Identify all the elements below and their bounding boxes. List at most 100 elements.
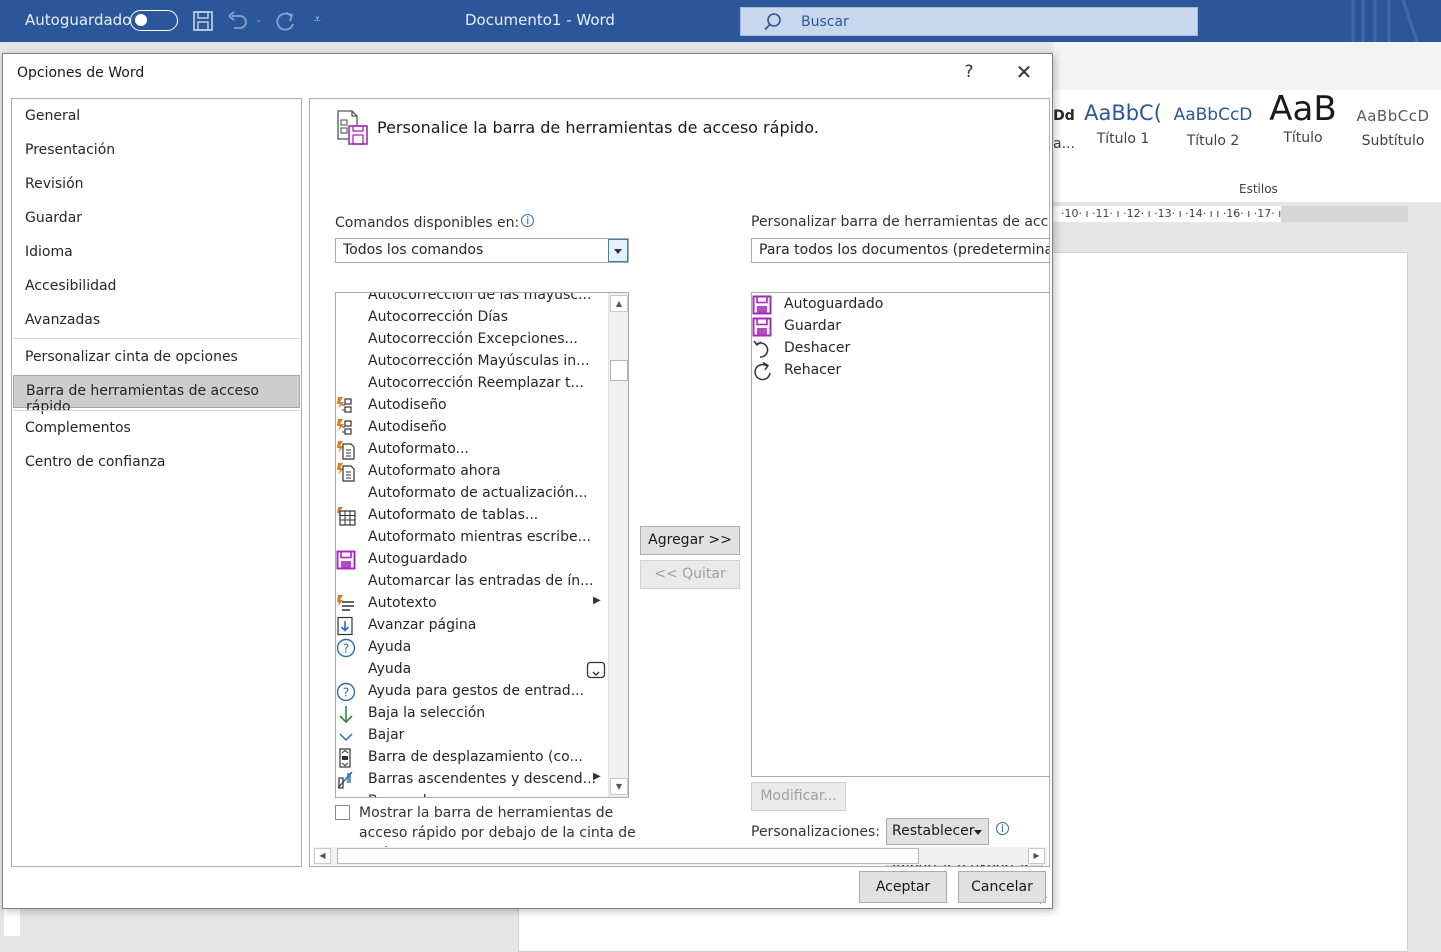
show-below-ribbon-checkbox[interactable] xyxy=(335,805,350,820)
command-list-item[interactable]: Autoformato de actualización... xyxy=(336,483,606,505)
qat-items-list[interactable]: Autoguardado Guardar Deshacer Rehacer xyxy=(751,292,1049,777)
nav-item-display[interactable]: Presentación xyxy=(12,137,301,167)
command-label: Barra de desplazamiento (co... xyxy=(368,749,583,765)
nav-item-proofing[interactable]: Revisión xyxy=(12,171,301,201)
updown-bars-icon xyxy=(336,770,356,790)
command-list-item[interactable]: Autocorrección Días xyxy=(336,307,606,329)
combo-value: Todos los comandos xyxy=(343,242,484,258)
scroll-down-icon[interactable]: ▼ xyxy=(610,778,628,795)
undo-icon[interactable] xyxy=(226,10,250,36)
svg-text:?: ? xyxy=(343,642,349,656)
style-tile-title2[interactable]: AaBbCcD Título 2 xyxy=(1173,90,1253,170)
command-list-item[interactable]: Autocorrección de las mayúsc... xyxy=(336,293,606,307)
command-label: Autoformato ahora xyxy=(368,463,501,479)
command-label: Autodiseño xyxy=(368,419,447,435)
close-button[interactable]: ✕ xyxy=(1010,60,1038,86)
command-list-item[interactable]: Ayuda xyxy=(336,659,606,681)
command-list-item[interactable]: Autocorrección Excepciones... xyxy=(336,329,606,351)
command-list-item[interactable]: Autoformato de tablas... xyxy=(336,505,606,527)
nav-item-general[interactable]: General xyxy=(12,103,301,133)
qat-list-item[interactable]: Rehacer xyxy=(752,360,1049,382)
scroll-up-icon[interactable]: ▲ xyxy=(610,295,628,312)
command-label: Ayuda xyxy=(368,639,412,655)
commands-label-text: Comandos disponibles en: xyxy=(335,215,520,231)
command-label: Autocorrección Reemplazar t... xyxy=(368,375,584,391)
command-list-item[interactable]: Autoformato ahora xyxy=(336,461,606,483)
style-name: a... xyxy=(1053,136,1075,152)
nav-item-save[interactable]: Guardar xyxy=(12,205,301,235)
nav-item-language[interactable]: Idioma xyxy=(12,239,301,269)
command-list-item[interactable]: ? Ayuda xyxy=(336,637,606,659)
command-label: Autoformato mientras escribe... xyxy=(368,529,591,545)
style-tile-title[interactable]: AaB Título xyxy=(1261,90,1345,170)
command-list-item[interactable]: Bajar xyxy=(336,725,606,747)
nav-item-accessibility[interactable]: Accesibilidad xyxy=(12,273,301,303)
reset-button[interactable]: Restablecer xyxy=(886,818,989,845)
command-list-item[interactable]: Autotexto ▶ xyxy=(336,593,606,615)
command-list-item[interactable]: Autoformato mientras escribe... xyxy=(336,527,606,549)
page-heading: Personalice la barra de herramientas de … xyxy=(377,118,819,137)
chevron-down-icon[interactable] xyxy=(608,239,628,262)
command-list-item[interactable]: Autocorrección Mayúsculas in... xyxy=(336,351,606,373)
style-tile-normal[interactable]: Dd a... xyxy=(1053,90,1075,170)
qat-list-item[interactable]: Deshacer xyxy=(752,338,1049,360)
commands-source-combo[interactable]: Todos los comandos xyxy=(335,238,629,263)
word-ribbon: Dd a... AaBbC( Título 1 AaBbCcD Título 2… xyxy=(1053,42,1441,202)
command-list-item[interactable]: Autoguardado xyxy=(336,549,606,571)
quick-access-toolbar-icon xyxy=(337,110,368,145)
command-list-item[interactable]: Autodiseño xyxy=(336,417,606,439)
add-button[interactable]: Agregar >> xyxy=(640,526,740,555)
nav-item-trust-center[interactable]: Centro de confianza xyxy=(12,449,301,479)
style-preview: AaB xyxy=(1269,90,1337,128)
command-label: Ayuda xyxy=(368,661,412,677)
nav-item-quick-access-toolbar[interactable]: Barra de herramientas de acceso rápido xyxy=(13,375,300,415)
commands-list[interactable]: Barras de... Barras ascendentes y descend… xyxy=(335,292,629,798)
command-list-item[interactable]: ? Ayuda para gestos de entrad... xyxy=(336,681,606,703)
cancel-button[interactable]: Cancelar xyxy=(958,871,1046,903)
qat-list-item[interactable]: Guardar xyxy=(752,316,1049,338)
command-list-item[interactable]: Baja la selección xyxy=(336,703,606,725)
scroll-thumb[interactable] xyxy=(610,360,628,381)
commands-list-scrollbar[interactable]: ▲ ▼ xyxy=(608,293,628,797)
ruler-margin xyxy=(1281,206,1408,222)
command-list-item[interactable]: Barras ascendentes y descend... ▶ xyxy=(336,769,606,791)
autosave-toggle[interactable] xyxy=(130,10,178,31)
save-icon[interactable] xyxy=(192,10,214,36)
command-list-item[interactable]: Automarcar las entradas de ín... xyxy=(336,571,606,593)
nav-item-customize-ribbon[interactable]: Personalizar cinta de opciones xyxy=(12,344,301,374)
command-list-item[interactable]: Avanzar página xyxy=(336,615,606,637)
undo-dropdown-icon[interactable]: ⌄ xyxy=(255,15,263,25)
nav-item-addins[interactable]: Complementos xyxy=(12,415,301,445)
search-box[interactable]: Buscar xyxy=(740,7,1198,36)
dialog-title: Opciones de Word xyxy=(17,65,145,81)
help-button[interactable]: ? xyxy=(959,62,979,84)
horizontal-ruler[interactable]: ·10· ı ·11· ı ·12· ı ·13· ı ·14· ı ı ·16… xyxy=(1053,206,1408,222)
style-tile-title1[interactable]: AaBbC( Título 1 xyxy=(1083,90,1163,170)
command-label: Autocorrección Mayúsculas in... xyxy=(368,353,590,369)
modify-button[interactable]: Modificar... xyxy=(751,782,846,811)
style-tile-subtitle[interactable]: AaBbCcD Subtítulo xyxy=(1353,90,1433,170)
command-label: Autoformato... xyxy=(368,441,469,457)
qat-list-item[interactable]: Autoguardado xyxy=(752,294,1049,316)
redo-icon[interactable] xyxy=(274,10,298,38)
nav-item-advanced[interactable]: Avanzadas xyxy=(12,307,301,337)
autoformat-icon xyxy=(336,440,356,460)
ok-button[interactable]: Aceptar xyxy=(859,871,947,903)
command-list-item[interactable]: Autoformato... xyxy=(336,439,606,461)
remove-button[interactable]: << Quitar xyxy=(640,560,740,589)
info-icon: i xyxy=(996,822,1009,835)
command-list-item[interactable]: Barras de... xyxy=(336,791,606,797)
command-label: Autoformato de tablas... xyxy=(368,507,539,523)
scroll-left-icon[interactable]: ◀ xyxy=(314,848,331,864)
command-list-item[interactable]: Autocorrección Reemplazar t... xyxy=(336,373,606,395)
command-list-item[interactable]: Autodiseño xyxy=(336,395,606,417)
scroll-right-icon[interactable]: ▶ xyxy=(1028,848,1045,864)
customize-qat-icon[interactable]: ⩡ xyxy=(314,12,321,27)
word-options-dialog: Opciones de Word ? ✕ General Presentació… xyxy=(2,53,1053,909)
command-list-item[interactable]: Barra de desplazamiento (co... xyxy=(336,747,606,769)
pane-horizontal-scrollbar[interactable]: ◀ ▶ xyxy=(313,847,1047,865)
scroll-thumb[interactable] xyxy=(337,848,919,864)
command-label: Autoguardado xyxy=(368,551,468,567)
qat-scope-combo[interactable]: Para todos los documentos (predeterminad… xyxy=(751,238,1049,263)
resize-grip-icon[interactable]: ⋰ xyxy=(1039,896,1051,908)
